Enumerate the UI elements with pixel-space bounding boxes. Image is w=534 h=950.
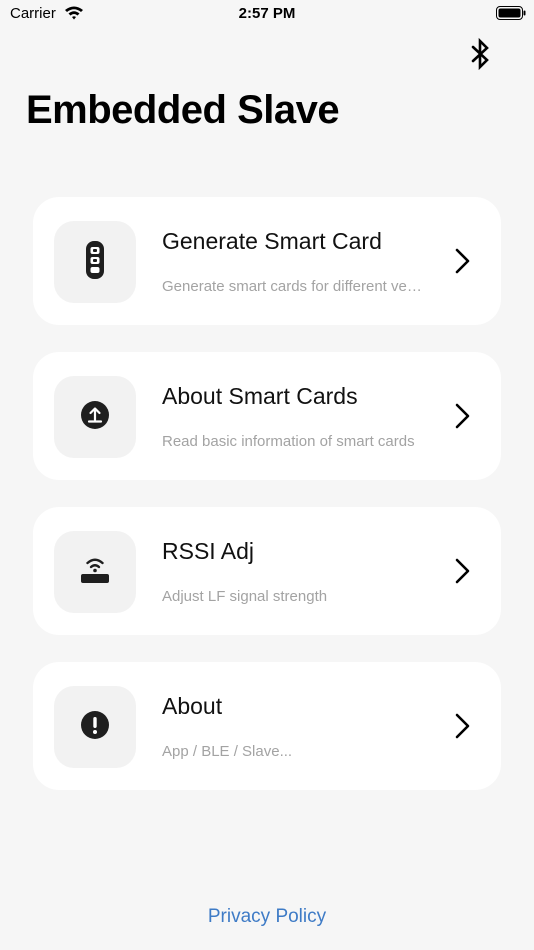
menu-item-subtitle: Adjust LF signal strength [162,588,328,605]
status-time: 2:57 PM [238,5,296,22]
menu-item-title: About Smart Cards [162,383,358,409]
menu-item-subtitle: Read basic information of smart cards [162,433,415,450]
chevron-right-icon [451,712,475,745]
page-title: Embedded Slave [26,88,340,132]
key-fob-icon [84,240,106,285]
upload-circle-icon [80,400,110,435]
menu-item-title: Generate Smart Card [162,228,382,254]
exclamation-circle-icon [80,710,110,745]
menu-item-about-smart-cards[interactable]: About Smart Cards Read basic information… [33,352,501,480]
bluetooth-icon [465,37,495,76]
status-bar: Carrier 2:57 PM [0,0,534,30]
privacy-policy-link[interactable]: Privacy Policy [0,906,534,928]
menu-item-rssi-adj[interactable]: RSSI Adj Adjust LF signal strength [33,507,501,635]
menu-item-title: About [162,693,223,719]
icon-tile [54,221,136,303]
menu-item-subtitle: Generate smart cards for different vehic… [162,278,422,295]
chevron-right-icon [451,402,475,435]
chevron-right-icon [451,557,475,590]
icon-tile [54,376,136,458]
menu-item-subtitle: App / BLE / Slave... [162,743,293,760]
icon-tile [54,531,136,613]
signal-icon [80,555,110,590]
chevron-right-icon [451,247,475,280]
menu-item-about[interactable]: About App / BLE / Slave... [33,662,501,790]
battery-icon [496,6,526,20]
bluetooth-button[interactable] [465,36,495,72]
menu-item-generate-smart-card[interactable]: Generate Smart Card Generate smart cards… [33,197,501,325]
icon-tile [54,686,136,768]
menu-item-title: RSSI Adj [162,538,255,564]
